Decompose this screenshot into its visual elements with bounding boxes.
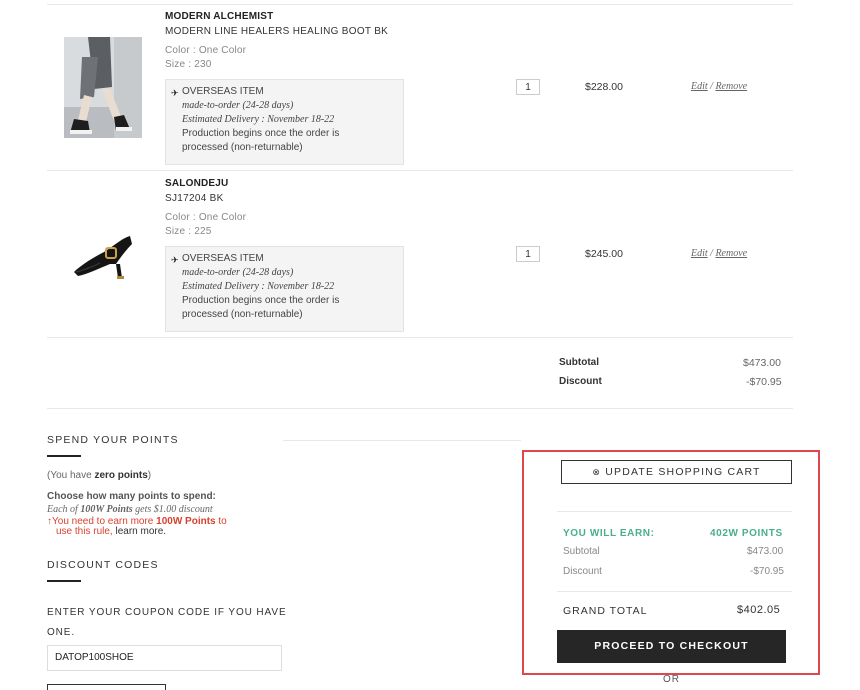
item-actions: Edit / Remove — [691, 81, 747, 92]
remove-link[interactable]: Remove — [715, 81, 747, 92]
product-brand[interactable]: MODERN ALCHEMIST — [165, 11, 273, 22]
totals-divider — [47, 408, 793, 409]
discount-label: Discount — [559, 376, 602, 387]
note-production-line2: processed (non-returnable) — [182, 309, 303, 320]
edit-link[interactable]: Edit — [691, 248, 708, 259]
product-size: Size : 230 — [165, 59, 212, 70]
quantity-input[interactable]: 1 — [516, 246, 540, 262]
item-actions: Edit / Remove — [691, 248, 747, 259]
earn-value: 402W POINTS — [710, 528, 783, 539]
product-color: Color : One Color — [165, 212, 247, 223]
update-cart-button[interactable]: ⊗ UPDATE SHOPPING CART — [561, 460, 792, 484]
points-warning: ↑You need to earn more 100W Points to us… — [47, 516, 227, 537]
action-separator: / — [710, 81, 713, 92]
edit-link[interactable]: Edit — [691, 81, 708, 92]
grand-total-label: GRAND TOTAL — [563, 605, 648, 617]
subtotal-value: $473.00 — [743, 357, 781, 369]
product-brand[interactable]: SALONDEJU — [165, 178, 228, 189]
summary-discount-label: Discount — [563, 566, 602, 577]
note-production-line2: processed (non-returnable) — [182, 142, 303, 153]
discount-codes-heading: DISCOUNT CODES — [47, 559, 159, 571]
learn-more-link[interactable]: learn more. — [115, 526, 166, 537]
points-balance: (You have zero points) — [47, 470, 152, 481]
top-divider — [47, 4, 793, 5]
earn-label: YOU WILL EARN: — [563, 528, 655, 539]
airplane-icon: ✈ — [171, 255, 179, 265]
note-title: OVERSEAS ITEM — [182, 253, 264, 264]
note-production-line1: Production begins once the order is — [182, 295, 340, 306]
or-separator: OR — [663, 674, 680, 685]
note-estimated-delivery: Estimated Delivery : November 18-22 — [182, 114, 335, 125]
heading-underline — [47, 580, 81, 582]
note-made-to-order: made-to-order (24-28 days) — [182, 267, 294, 278]
note-estimated-delivery: Estimated Delivery : November 18-22 — [182, 281, 335, 292]
coupon-code-input[interactable]: DATOP100SHOE — [47, 645, 282, 671]
item-price: $245.00 — [585, 248, 623, 260]
product-image-boot[interactable] — [64, 37, 142, 138]
coupon-prompt: ENTER YOUR COUPON CODE IF YOU HAVE ONE. — [47, 607, 287, 638]
points-divider — [283, 440, 521, 441]
choose-points-label: Choose how many points to spend: — [47, 491, 216, 502]
product-name[interactable]: MODERN LINE HEALERS HEALING BOOT BK — [165, 26, 388, 37]
item-divider — [47, 170, 793, 171]
apply-coupon-button[interactable] — [47, 684, 166, 690]
refresh-icon: ⊗ — [592, 467, 602, 477]
proceed-to-checkout-button[interactable]: PROCEED TO CHECKOUT — [557, 630, 786, 663]
note-title: OVERSEAS ITEM — [182, 86, 264, 97]
item-price: $228.00 — [585, 81, 623, 93]
summary-divider — [557, 591, 792, 592]
product-color: Color : One Color — [165, 45, 247, 56]
note-made-to-order: made-to-order (24-28 days) — [182, 100, 294, 111]
summary-discount-value: -$70.95 — [750, 566, 784, 577]
quantity-input[interactable]: 1 — [516, 79, 540, 95]
product-name[interactable]: SJ17204 BK — [165, 193, 224, 204]
summary-subtotal-value: $473.00 — [747, 546, 784, 557]
grand-total-value: $402.05 — [737, 604, 781, 616]
action-separator: / — [710, 248, 713, 259]
discount-value: -$70.95 — [746, 376, 782, 388]
overseas-note: ✈ OVERSEAS ITEM made-to-order (24-28 day… — [165, 246, 404, 332]
spend-points-heading: SPEND YOUR POINTS — [47, 434, 179, 446]
product-image-pump[interactable] — [70, 228, 136, 280]
note-production-line1: Production begins once the order is — [182, 128, 340, 139]
overseas-note: ✈ OVERSEAS ITEM made-to-order (24-28 day… — [165, 79, 404, 165]
summary-subtotal-label: Subtotal — [563, 546, 600, 557]
remove-link[interactable]: Remove — [715, 248, 747, 259]
airplane-icon: ✈ — [171, 88, 179, 98]
summary-divider — [557, 511, 792, 512]
subtotal-label: Subtotal — [559, 357, 599, 368]
item-divider — [47, 337, 793, 338]
product-size: Size : 225 — [165, 226, 212, 237]
points-rate: Each of 100W Points gets $1.00 discount — [47, 504, 213, 515]
heading-underline — [47, 455, 81, 457]
